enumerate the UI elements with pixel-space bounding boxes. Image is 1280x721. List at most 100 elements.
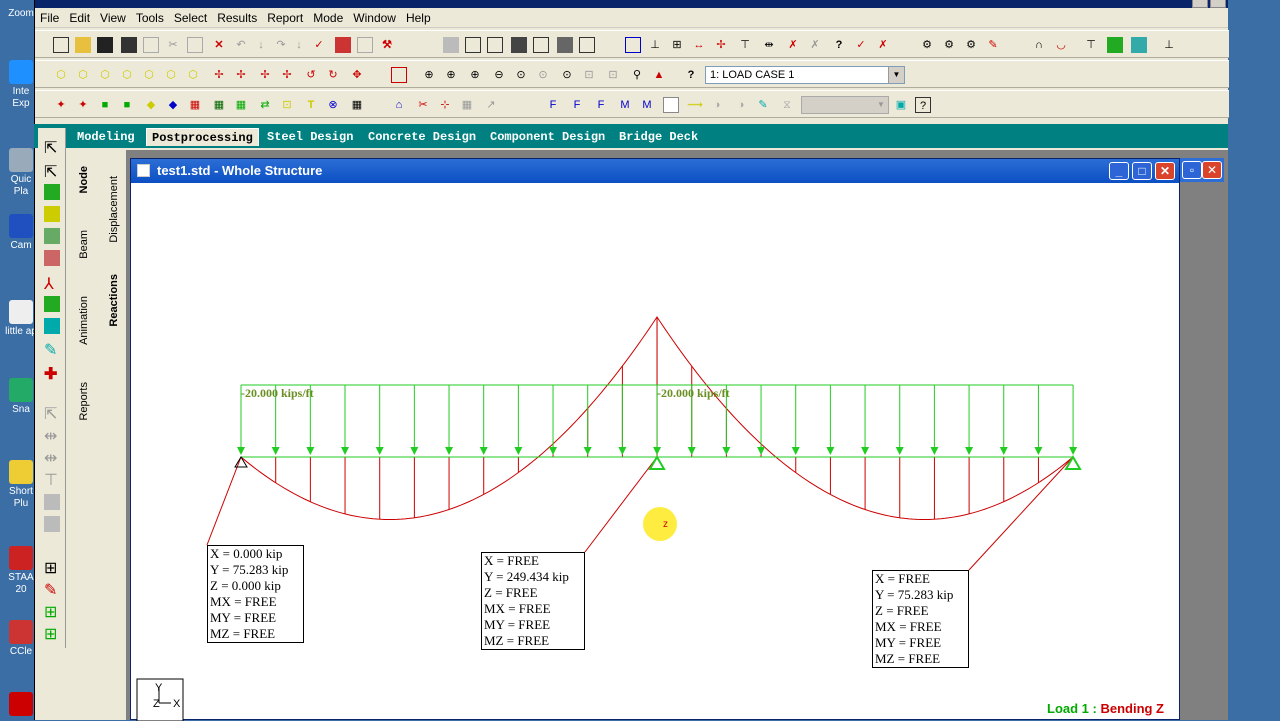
span-icon[interactable]: ⇹: [761, 37, 777, 53]
display-icon[interactable]: [391, 67, 407, 83]
tab-postprocessing[interactable]: Postprocessing: [146, 128, 259, 146]
desktop-icon-acrobat[interactable]: [4, 692, 38, 718]
node-cursor-icon[interactable]: ⇱: [44, 162, 60, 181]
grid-table-icon[interactable]: ▦: [349, 97, 365, 113]
new-icon[interactable]: [53, 37, 69, 53]
link-select-icon[interactable]: ⇄: [257, 97, 273, 113]
menu-help[interactable]: Help: [401, 8, 436, 28]
tab-animation[interactable]: Animation: [78, 296, 90, 345]
stress-icon[interactable]: ◑: [709, 97, 725, 113]
pin-icon[interactable]: ⊥: [1161, 37, 1177, 53]
beam-load-icon[interactable]: ⅄: [44, 274, 60, 293]
desktop-icon-camtasia[interactable]: Cam: [4, 214, 38, 252]
dim-tool-icon[interactable]: ⇱: [44, 404, 60, 423]
structure-view-icon[interactable]: ⌂: [391, 97, 407, 113]
spin-right-icon[interactable]: ↻: [325, 67, 341, 83]
surface-select-icon[interactable]: ◆: [143, 97, 159, 113]
solid-cursor-icon[interactable]: [44, 228, 60, 244]
tool-d-icon[interactable]: ✎: [985, 37, 1001, 53]
zoom-window-icon[interactable]: ⊕: [421, 67, 437, 83]
cut-section-icon[interactable]: ✂: [415, 97, 431, 113]
fy-icon[interactable]: F: [569, 97, 585, 113]
node-box-icon[interactable]: ⊡: [279, 97, 295, 113]
app-maximize-button[interactable]: [1192, 0, 1208, 8]
output-file-icon[interactable]: [357, 37, 373, 53]
menu-edit[interactable]: Edit: [64, 8, 95, 28]
chevron-down-icon[interactable]: ▼: [888, 67, 904, 83]
solid-select-icon[interactable]: ■: [119, 97, 135, 113]
tool-b-icon[interactable]: ⚙: [941, 37, 957, 53]
view-left-icon[interactable]: ⬡: [119, 67, 135, 83]
view-top-icon[interactable]: ⬡: [163, 67, 179, 83]
print-preview-icon[interactable]: [465, 37, 481, 53]
plate-cursor-icon[interactable]: [44, 206, 60, 222]
table-view-icon[interactable]: ▦: [459, 97, 475, 113]
menu-view[interactable]: View: [95, 8, 131, 28]
paste-icon[interactable]: [187, 37, 203, 53]
member-query-icon[interactable]: [44, 296, 60, 312]
tool-a-icon[interactable]: ⚙: [919, 37, 935, 53]
tab-concrete-design[interactable]: Concrete Design: [363, 128, 481, 146]
load-case-select[interactable]: 1: LOAD CASE 1 ▼: [705, 66, 905, 84]
dim-tool3-icon[interactable]: ⇹: [44, 448, 60, 467]
print-setup-icon[interactable]: [487, 37, 503, 53]
magnify-icon[interactable]: ⚲: [629, 67, 645, 83]
dim-tool4-icon[interactable]: ⊤: [44, 470, 60, 489]
desktop-icon-ccleaner[interactable]: CCle: [4, 620, 38, 658]
cut-icon[interactable]: ✂: [165, 37, 181, 53]
redo-list-icon[interactable]: ↓: [291, 37, 307, 53]
tab-bridge-deck[interactable]: Bridge Deck: [614, 128, 703, 146]
deflect-icon[interactable]: ◡: [1053, 37, 1069, 53]
tool-c-icon[interactable]: ⚙: [963, 37, 979, 53]
grid3-select-icon[interactable]: ▦: [233, 97, 249, 113]
grid2-select-icon[interactable]: ▦: [211, 97, 227, 113]
save-icon[interactable]: [121, 37, 137, 53]
menu-report[interactable]: Report: [262, 8, 308, 28]
zoom-in-icon[interactable]: ⊕: [467, 67, 483, 83]
dim-icon[interactable]: ↔: [691, 37, 707, 53]
plane-icon[interactable]: ⊹: [437, 97, 453, 113]
cursor-select-icon[interactable]: ⇱: [44, 138, 60, 157]
fz-icon[interactable]: F: [593, 97, 609, 113]
menu-window[interactable]: Window: [348, 8, 401, 28]
tab-node[interactable]: Node: [78, 166, 90, 194]
desktop-icon-shortcut-plus[interactable]: Short Plu: [4, 460, 38, 510]
bg-window-button[interactable]: ▫: [1182, 161, 1202, 179]
select-tool3-icon[interactable]: ⊞: [44, 602, 60, 621]
menu-results[interactable]: Results: [212, 8, 262, 28]
view-bottom-icon[interactable]: ⬡: [185, 67, 201, 83]
animate-icon[interactable]: ✎: [755, 97, 771, 113]
remove-icon[interactable]: ✗: [875, 37, 891, 53]
print-icon[interactable]: [443, 37, 459, 53]
add-node-icon[interactable]: ✚: [44, 364, 60, 383]
text-icon[interactable]: T: [303, 97, 319, 113]
table-icon[interactable]: ⊤: [1083, 37, 1099, 53]
dim-tool5-icon[interactable]: [44, 494, 60, 510]
globe-icon[interactable]: ⊗: [325, 97, 341, 113]
surface-cursor-icon[interactable]: [44, 250, 60, 266]
mx-icon[interactable]: M: [617, 97, 633, 113]
new-view-icon[interactable]: ⊡: [581, 67, 597, 83]
app-close-button[interactable]: [1210, 0, 1226, 8]
check-icon[interactable]: ✓: [853, 37, 869, 53]
plate-select-icon[interactable]: ■: [97, 97, 113, 113]
copy-icon[interactable]: [143, 37, 159, 53]
stretch-icon[interactable]: ↗: [483, 97, 499, 113]
scale-icon[interactable]: ⧖: [779, 97, 795, 113]
beam-select-icon[interactable]: ✦: [75, 97, 91, 113]
tab-displacement[interactable]: Displacement: [108, 176, 120, 243]
view-iso-icon[interactable]: ⬡: [53, 67, 69, 83]
desktop-icon-zoom[interactable]: Zoom: [4, 8, 38, 20]
my-icon[interactable]: M: [639, 97, 655, 113]
zoom-prev-icon[interactable]: ⊙: [535, 67, 551, 83]
desktop-icon-internet-explorer[interactable]: Inte Exp: [4, 60, 38, 110]
menu-tools[interactable]: Tools: [131, 8, 169, 28]
fx-icon[interactable]: F: [545, 97, 561, 113]
open-icon[interactable]: [75, 37, 91, 53]
desktop-icon-snagit[interactable]: Sna: [4, 378, 38, 416]
desktop-icon-staad[interactable]: STAA 20: [4, 546, 38, 596]
geometry-select-icon[interactable]: ◆: [165, 97, 181, 113]
structure-icon[interactable]: [625, 37, 641, 53]
menu-select[interactable]: Select: [169, 8, 212, 28]
beam-dim-icon[interactable]: ⊤: [737, 37, 753, 53]
